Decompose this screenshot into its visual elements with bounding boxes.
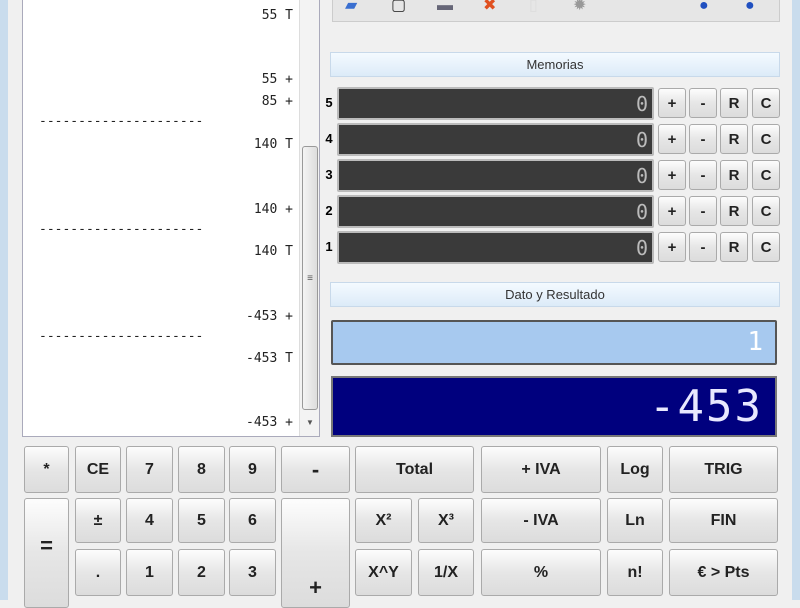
key-sign[interactable]: ± — [75, 498, 121, 543]
settings-icon[interactable]: ✹ — [573, 0, 586, 16]
memory-value: 0 — [635, 236, 648, 260]
delete-icon[interactable]: ✖ — [483, 0, 496, 16]
tape-line: 85 + — [261, 94, 293, 109]
key-log[interactable]: Log — [607, 446, 663, 493]
memory-display: 0 — [337, 159, 654, 192]
memory-recall-button[interactable]: R — [720, 196, 748, 226]
memory-label: 1 — [325, 239, 333, 254]
memory-clear-button[interactable]: C — [752, 124, 780, 154]
memory-subtract-button[interactable]: - — [689, 160, 717, 190]
tape-separator: --------------------- — [39, 329, 204, 344]
key-8[interactable]: 8 — [178, 446, 225, 493]
tape-panel: ≡ ▼ 55 T 55 + 85 + --------------------- 140… — [22, 0, 320, 437]
scroll-thumb[interactable]: ≡ — [302, 146, 318, 410]
tape-line: 140 + — [253, 202, 293, 217]
key-factorial[interactable]: n! — [607, 549, 663, 596]
memory-add-button[interactable]: + — [658, 196, 686, 226]
memory-add-button[interactable]: + — [658, 124, 686, 154]
key-clear-entry[interactable]: CE — [75, 446, 121, 493]
memory-subtract-button[interactable]: - — [689, 232, 717, 262]
key-percent[interactable]: % — [481, 549, 601, 596]
memory-clear-button[interactable]: C — [752, 196, 780, 226]
key-square[interactable]: X² — [355, 498, 412, 543]
key-9[interactable]: 9 — [229, 446, 276, 493]
memory-clear-button[interactable]: C — [752, 88, 780, 118]
tape-line: 140 T — [253, 137, 293, 152]
key-reciprocal[interactable]: 1/X — [418, 549, 474, 596]
tape-scrollbar[interactable]: ≡ ▼ — [299, 0, 319, 436]
memory-display: 0 — [337, 123, 654, 156]
key-power[interactable]: X^Y — [355, 549, 412, 596]
key-trig[interactable]: TRIG — [669, 446, 778, 493]
memory-recall-button[interactable]: R — [720, 160, 748, 190]
memory-label: 4 — [325, 131, 333, 146]
key-ln[interactable]: Ln — [607, 498, 663, 543]
data-result-header: Dato y Resultado — [330, 282, 780, 307]
tape-line: 55 T — [261, 8, 293, 23]
tape-line: -453 + — [246, 309, 293, 324]
key-plus[interactable]: + — [281, 498, 350, 608]
key-minus[interactable]: - — [281, 446, 350, 493]
key-subtract-iva[interactable]: - IVA — [481, 498, 601, 543]
key-total[interactable]: Total — [355, 446, 474, 493]
data-input-display[interactable]: 1 — [331, 320, 777, 365]
tape-line: 140 T — [253, 244, 293, 259]
key-cube[interactable]: X³ — [418, 498, 474, 543]
key-add-iva[interactable]: + IVA — [481, 446, 601, 493]
tape-line: -453 T — [246, 351, 293, 366]
memories-header: Memorias — [330, 52, 780, 77]
memory-label: 5 — [325, 95, 333, 110]
tape-line: -453 + — [246, 415, 293, 430]
tape-separator: --------------------- — [39, 114, 204, 129]
key-3[interactable]: 3 — [229, 549, 276, 596]
memory-label: 2 — [325, 203, 333, 218]
memory-subtract-button[interactable]: - — [689, 124, 717, 154]
memory-add-button[interactable]: + — [658, 232, 686, 262]
key-7[interactable]: 7 — [126, 446, 173, 493]
memory-value: 0 — [635, 128, 648, 152]
memory-value: 0 — [635, 92, 648, 116]
memory-label: 3 — [325, 167, 333, 182]
copy-icon[interactable]: ▯ — [529, 0, 538, 16]
scroll-down-arrow[interactable]: ▼ — [300, 418, 320, 427]
key-euro-to-pesetas[interactable]: € > Pts — [669, 549, 778, 596]
key-multiply[interactable]: * — [24, 446, 69, 493]
info-icon[interactable]: ● — [699, 0, 709, 16]
key-2[interactable]: 2 — [178, 549, 225, 596]
memory-add-button[interactable]: + — [658, 160, 686, 190]
memory-display: 0 — [337, 231, 654, 264]
memory-subtract-button[interactable]: - — [689, 88, 717, 118]
memory-recall-button[interactable]: R — [720, 88, 748, 118]
key-4[interactable]: 4 — [126, 498, 173, 543]
memory-clear-button[interactable]: C — [752, 160, 780, 190]
key-6[interactable]: 6 — [229, 498, 276, 543]
key-fin[interactable]: FIN — [669, 498, 778, 543]
key-5[interactable]: 5 — [178, 498, 225, 543]
memory-recall-button[interactable]: R — [720, 124, 748, 154]
tape-line: 55 + — [261, 72, 293, 87]
result-display: -453 — [331, 376, 777, 437]
tape-separator: --------------------- — [39, 222, 204, 237]
memory-value: 0 — [635, 164, 648, 188]
memory-display: 0 — [337, 195, 654, 228]
memory-display: 0 — [337, 87, 654, 120]
memory-value: 0 — [635, 200, 648, 224]
save-icon[interactable]: ▢ — [391, 0, 406, 16]
memory-subtract-button[interactable]: - — [689, 196, 717, 226]
key-decimal[interactable]: . — [75, 549, 121, 596]
memory-recall-button[interactable]: R — [720, 232, 748, 262]
key-1[interactable]: 1 — [126, 549, 173, 596]
help-icon[interactable]: ● — [745, 0, 755, 16]
open-icon[interactable]: ▰ — [345, 0, 357, 16]
toolbar: ▰ ▢ ▬ ✖ ▯ ✹ ● ● — [332, 0, 780, 22]
memory-clear-button[interactable]: C — [752, 232, 780, 262]
key-equals[interactable]: = — [24, 498, 69, 608]
print-icon[interactable]: ▬ — [437, 0, 453, 16]
memory-add-button[interactable]: + — [658, 88, 686, 118]
